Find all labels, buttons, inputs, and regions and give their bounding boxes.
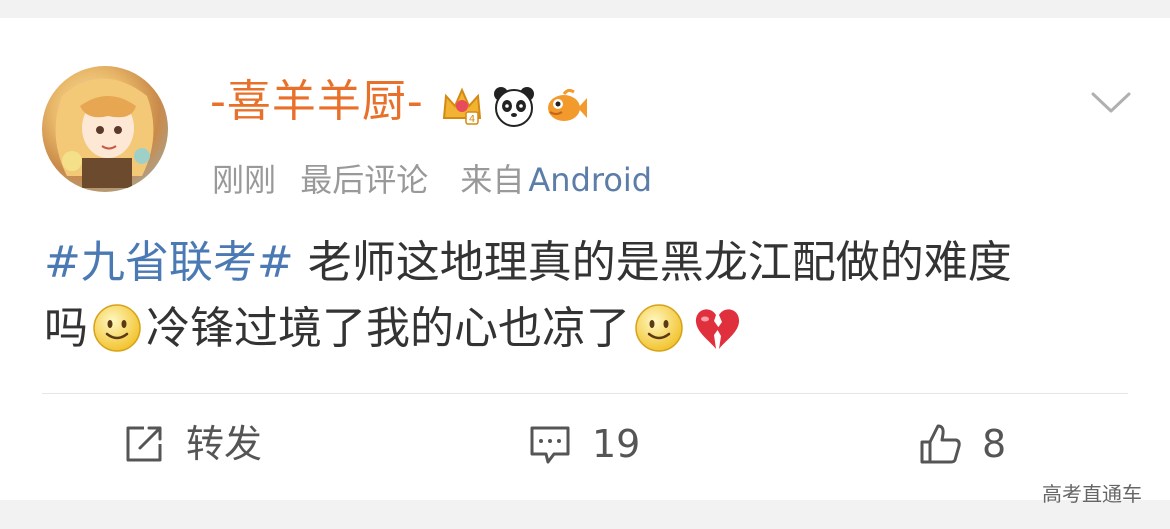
user-badges: 4 xyxy=(440,84,588,128)
content-line2-a: 吗 xyxy=(44,303,88,354)
crown-badge-icon[interactable]: 4 xyxy=(440,84,484,128)
broken-heart-icon xyxy=(695,309,740,349)
username[interactable]: -喜羊羊厨- xyxy=(210,80,424,124)
smile-emoji-icon xyxy=(93,304,141,352)
chevron-down-icon[interactable] xyxy=(1090,90,1132,116)
watermark: 高考直通车 xyxy=(1042,482,1142,506)
content-line2-b: 冷锋过境了我的心也凉了 xyxy=(146,303,630,354)
avatar[interactable] xyxy=(42,66,168,192)
fish-badge-icon[interactable] xyxy=(544,84,588,128)
like-button[interactable]: 8 xyxy=(918,422,1006,466)
thumbs-up-icon xyxy=(920,424,961,464)
hashtag-link[interactable]: #九省联考# xyxy=(44,237,294,288)
comment-icon xyxy=(530,426,570,464)
post-time: 刚刚 xyxy=(212,161,277,199)
post-source-prefix: 来自 xyxy=(460,161,525,199)
avatar-illustration xyxy=(55,78,154,188)
divider xyxy=(42,393,1128,394)
post-source[interactable]: Android xyxy=(528,161,652,199)
smile-emoji-icon xyxy=(635,304,683,352)
post-meta: 刚刚 最后评论 来自 Android xyxy=(212,164,652,196)
content-line1: 老师这地理真的是黑龙江配做的难度 xyxy=(293,237,1012,288)
like-count: 8 xyxy=(982,422,1007,466)
share-icon xyxy=(126,426,162,462)
post-content: #九省联考# 老师这地理真的是黑龙江配做的难度 吗 冷锋过境了我的心也凉了 xyxy=(44,230,1134,362)
repost-button[interactable]: 转发 xyxy=(122,422,262,466)
panda-badge-icon[interactable] xyxy=(492,84,536,128)
repost-label: 转发 xyxy=(186,422,263,466)
svg-text:4: 4 xyxy=(469,114,475,125)
comment-button[interactable]: 19 xyxy=(528,422,640,466)
post-status: 最后评论 xyxy=(300,161,429,199)
post-card[interactable]: -喜羊羊厨- 4 刚刚 最后评论 来自 Android #九省联考# 老师这地理… xyxy=(0,18,1170,500)
comment-count: 19 xyxy=(592,422,641,466)
